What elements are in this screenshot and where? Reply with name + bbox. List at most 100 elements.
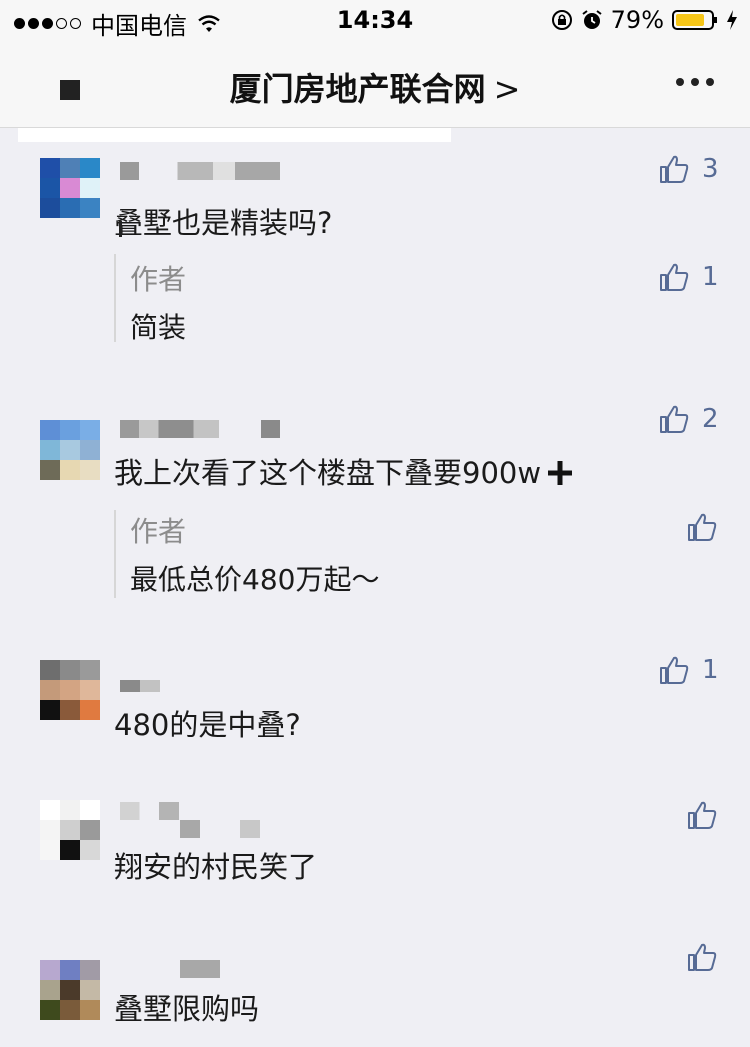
username-redacted: [180, 820, 260, 838]
avatar-pixel: [60, 840, 80, 860]
rotation-lock-icon: [551, 10, 572, 30]
avatar-pixel: [40, 420, 60, 440]
thumbs-up-icon: [660, 155, 689, 183]
comment-text: 480的是中叠?: [114, 708, 301, 742]
like-button[interactable]: 2: [658, 403, 719, 435]
avatar-pixel: [40, 158, 60, 178]
page-title[interactable]: 厦门房地产联合网 >: [0, 64, 750, 110]
avatar-pixel: [40, 680, 60, 700]
status-right: 79%: [551, 6, 738, 34]
avatar-pixel: [80, 800, 100, 820]
reply-like-button[interactable]: [686, 511, 718, 543]
avatar-pixel: [40, 840, 60, 860]
avatar-pixel: [80, 158, 100, 178]
avatar-pixel: [60, 660, 80, 680]
comment-text: 我上次看了这个楼盘下叠要900w: [114, 450, 573, 492]
divider: [18, 128, 451, 142]
username-redacted: [180, 960, 220, 978]
comment-text: 翔安的村民笑了: [114, 850, 318, 884]
avatar-pixel: [60, 198, 80, 218]
avatar-pixel: [60, 680, 80, 700]
page-title-text: 厦门房地产联合网: [229, 70, 486, 108]
avatar-pixel: [60, 1000, 80, 1020]
like-count: 3: [702, 154, 719, 184]
avatar-pixel: [40, 1000, 60, 1020]
alarm-icon: [582, 10, 602, 29]
avatar-pixel: [80, 960, 100, 980]
avatar-pixel: [40, 178, 60, 198]
avatar[interactable]: [40, 800, 100, 860]
like-button[interactable]: 3: [658, 153, 719, 185]
avatar-pixel: [60, 178, 80, 198]
more-options-icon[interactable]: [676, 78, 714, 86]
comment-text-content: 我上次看了这个楼盘下叠要900w: [114, 456, 542, 490]
like-count: 1: [702, 655, 719, 685]
like-count: 1: [702, 262, 719, 292]
avatar[interactable]: [40, 420, 100, 480]
avatar[interactable]: [40, 660, 100, 720]
avatar-pixel: [80, 440, 100, 460]
comment-text: 叠墅也是精装吗?: [114, 206, 333, 240]
thumbs-up-icon: [660, 263, 689, 291]
chevron-right-icon: >: [493, 70, 521, 108]
author-reply: 作者 最低总价480万起～: [114, 510, 674, 598]
battery-percent: 79%: [610, 6, 664, 34]
comment-text: 叠墅限购吗: [114, 992, 260, 1026]
reply-author: 作者: [130, 263, 187, 296]
thumbs-up-icon: [688, 943, 717, 971]
avatar-pixel: [60, 460, 80, 480]
thumbs-up-icon: [688, 801, 717, 829]
avatar-pixel: [60, 420, 80, 440]
username-redacted: [120, 162, 280, 180]
like-button[interactable]: [686, 799, 718, 831]
avatar-pixel: [40, 660, 60, 680]
avatar-pixel: [80, 178, 100, 198]
avatar-pixel: [40, 980, 60, 1000]
avatar[interactable]: [40, 960, 100, 1020]
reply-author: 作者: [130, 515, 187, 548]
avatar-pixel: [80, 1000, 100, 1020]
reply-like-button[interactable]: 1: [658, 261, 719, 293]
avatar-pixel: [80, 700, 100, 720]
avatar-pixel: [80, 660, 100, 680]
avatar-pixel: [40, 800, 60, 820]
nav-bar: 厦门房地产联合网 >: [0, 42, 750, 128]
avatar-pixel: [40, 700, 60, 720]
username-redacted: [120, 802, 260, 820]
avatar-pixel: [80, 680, 100, 700]
status-bar: 中国电信 14:34 79%: [0, 0, 750, 42]
avatar-pixel: [80, 980, 100, 1000]
avatar-pixel: [40, 960, 60, 980]
charging-bolt-icon: [727, 10, 737, 30]
reply-text: 最低总价480万起～: [130, 563, 380, 596]
username-redacted: [120, 680, 160, 692]
avatar-pixel: [60, 980, 80, 1000]
avatar-pixel: [80, 420, 100, 440]
avatar-pixel: [40, 820, 60, 840]
thumbs-up-icon: [660, 656, 689, 684]
plus-icon: [548, 461, 573, 485]
avatar-pixel: [60, 158, 80, 178]
avatar-pixel: [40, 440, 60, 460]
avatar-pixel: [60, 440, 80, 460]
avatar-pixel: [80, 198, 100, 218]
avatar[interactable]: [40, 158, 100, 218]
avatar-pixel: [60, 800, 80, 820]
avatar-pixel: [80, 820, 100, 840]
like-button[interactable]: [686, 941, 718, 973]
username-redacted: [120, 420, 280, 438]
thumbs-up-icon: [688, 513, 717, 541]
avatar-pixel: [80, 840, 100, 860]
battery-icon: [672, 10, 717, 30]
avatar-pixel: [60, 700, 80, 720]
text-cursor: [119, 221, 122, 237]
thumbs-up-icon: [660, 405, 689, 433]
reply-text: 简装: [130, 311, 187, 344]
avatar-pixel: [80, 460, 100, 480]
author-reply: 作者 简装: [114, 254, 674, 344]
like-count: 2: [702, 404, 719, 434]
like-button[interactable]: 1: [658, 654, 719, 686]
avatar-pixel: [60, 960, 80, 980]
avatar-pixel: [40, 460, 60, 480]
avatar-pixel: [40, 198, 60, 218]
